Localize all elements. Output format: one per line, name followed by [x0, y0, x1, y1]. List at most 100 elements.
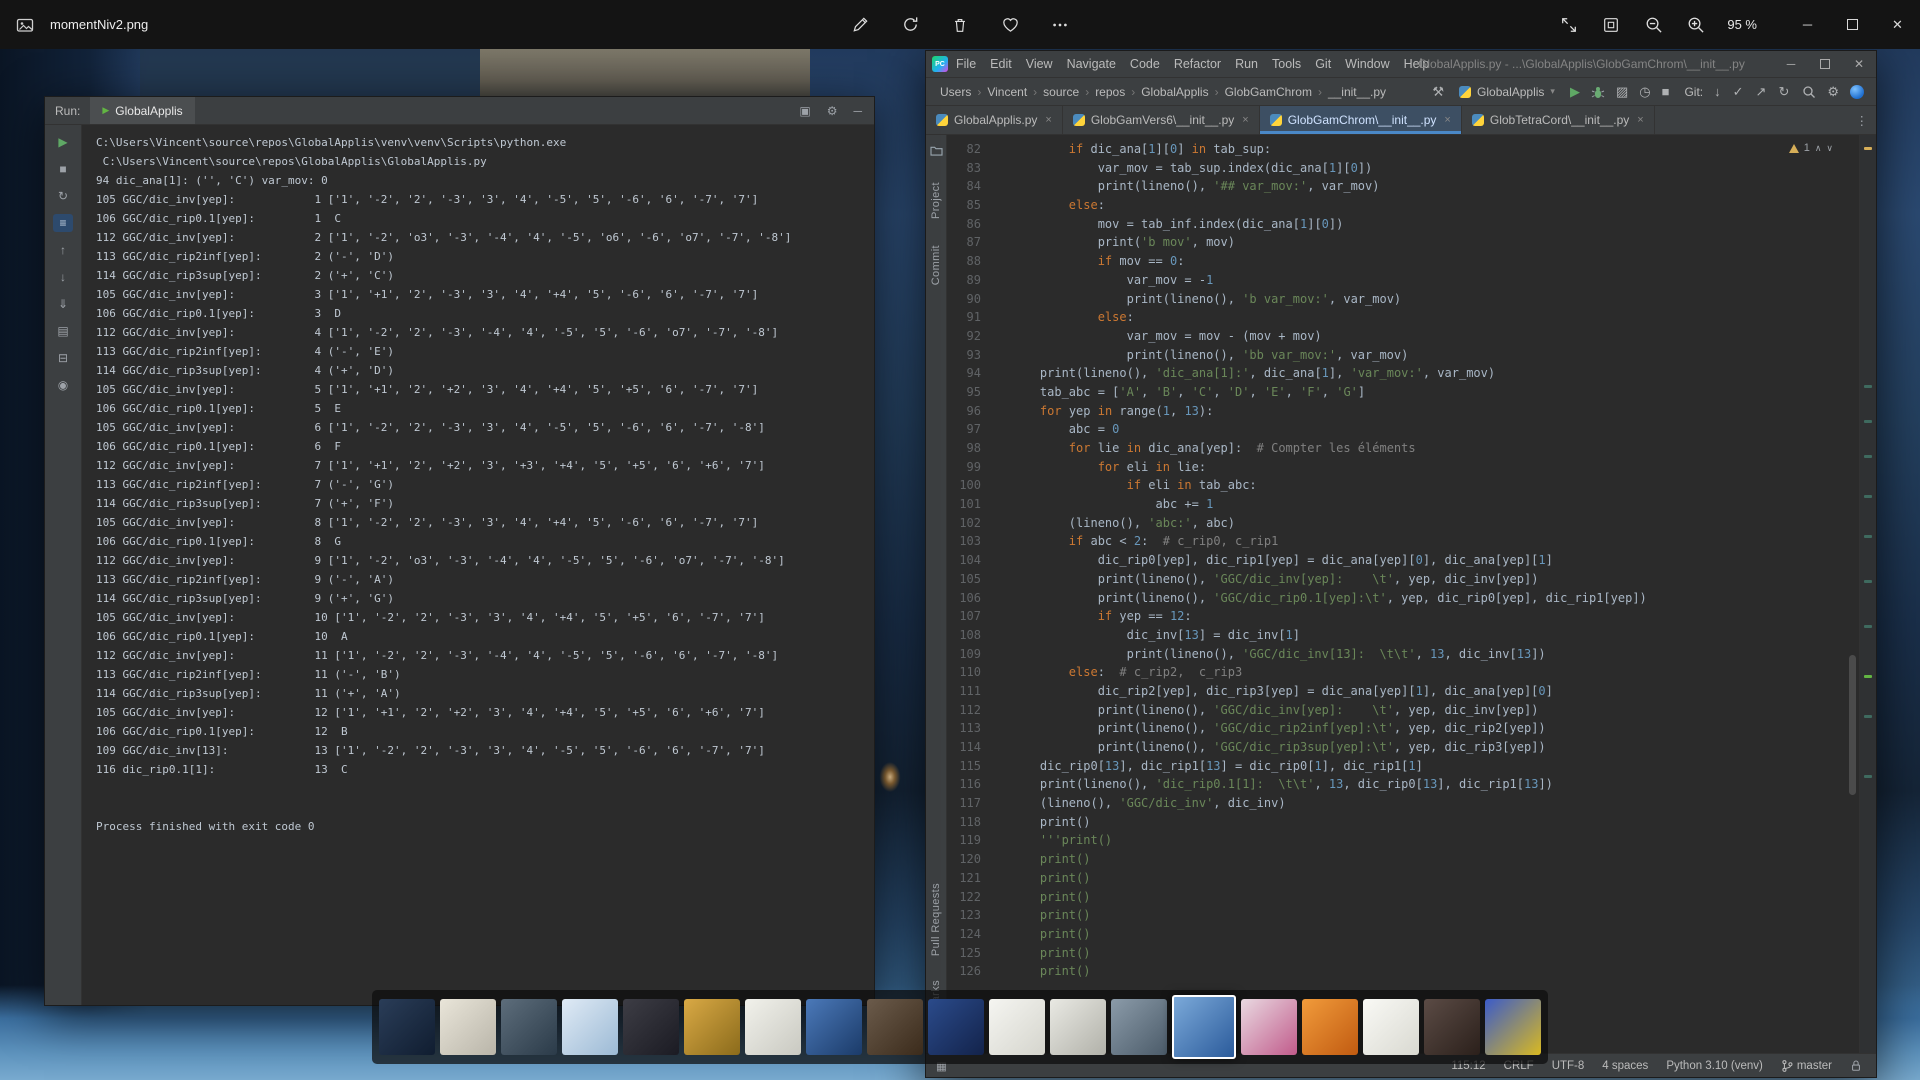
photos-logo-icon[interactable]: [14, 14, 36, 36]
minimize-button[interactable]: ─: [1785, 0, 1830, 49]
menu-edit[interactable]: Edit: [990, 57, 1012, 71]
filmstrip-thumbnail[interactable]: [379, 999, 435, 1055]
code-line[interactable]: print(): [1011, 906, 1859, 925]
settings-icon[interactable]: ⚙: [827, 104, 838, 118]
code-line[interactable]: if abc < 2: # c_rip0, c_rip1: [1011, 532, 1859, 551]
next-issue-icon[interactable]: ∨: [1826, 143, 1833, 154]
filmstrip-thumbnail[interactable]: [1111, 999, 1167, 1055]
code-line[interactable]: print(): [1011, 962, 1859, 981]
close-tab-icon[interactable]: ×: [1045, 114, 1051, 126]
code-line[interactable]: dic_rip0[13], dic_rip1[13] = dic_rip0[1]…: [1011, 757, 1859, 776]
tool-window-button-project[interactable]: Project: [930, 182, 942, 219]
tool-window-button-pull-requests[interactable]: Pull Requests: [930, 883, 942, 956]
filmstrip-thumbnail[interactable]: [928, 999, 984, 1055]
code-line[interactable]: dic_rip2[yep], dic_rip3[yep] = dic_ana[y…: [1011, 682, 1859, 701]
prev-issue-icon[interactable]: ∧: [1815, 143, 1822, 154]
code-line[interactable]: else:: [1011, 196, 1859, 215]
breadcrumb-item[interactable]: GlobGamChrom: [1225, 85, 1312, 99]
rerun-icon[interactable]: ▶: [53, 133, 73, 151]
git-branch[interactable]: master: [1781, 1059, 1832, 1073]
breadcrumb-item[interactable]: GlobalApplis: [1141, 85, 1208, 99]
print-icon[interactable]: ▤: [53, 322, 73, 340]
maximize-button[interactable]: [1830, 0, 1875, 49]
run-configuration-select[interactable]: GlobalApplis ▾: [1455, 83, 1559, 101]
filmstrip-thumbnail[interactable]: [806, 999, 862, 1055]
code-line[interactable]: print(lineno(), '## var_mov:', var_mov): [1011, 177, 1859, 196]
history-icon[interactable]: ↻: [1778, 84, 1789, 100]
code-line[interactable]: tab_abc = ['A', 'B', 'C', 'D', 'E', 'F',…: [1011, 383, 1859, 402]
menu-code[interactable]: Code: [1130, 57, 1160, 71]
code-line[interactable]: print(lineno(), 'b var_mov:', var_mov): [1011, 290, 1859, 309]
code-line[interactable]: print(lineno(), 'GGC/dic_inv[yep]: \t', …: [1011, 570, 1859, 589]
search-everywhere-icon[interactable]: [1802, 85, 1816, 99]
ide-close-button[interactable]: ✕: [1842, 51, 1876, 77]
code-line[interactable]: print(lineno(), 'GGC/dic_rip2inf[yep]:\t…: [1011, 719, 1859, 738]
down-the-stack-trace-icon[interactable]: ↓: [53, 268, 73, 286]
code-line[interactable]: (lineno(), 'GGC/dic_inv', dic_inv): [1011, 794, 1859, 813]
commit-icon[interactable]: ✓: [1733, 84, 1744, 100]
code-line[interactable]: print(lineno(), 'GGC/dic_rip0.1[yep]:\t'…: [1011, 589, 1859, 608]
breadcrumb-item[interactable]: Vincent: [987, 85, 1027, 99]
editor-scrollbar[interactable]: [1849, 655, 1856, 795]
scroll-to-end-icon[interactable]: ⇓: [53, 295, 73, 313]
code-line[interactable]: for eli in lie:: [1011, 458, 1859, 477]
tool-window-button-commit[interactable]: Commit: [930, 245, 942, 285]
breadcrumb-item[interactable]: __init__.py: [1328, 85, 1386, 99]
menu-tools[interactable]: Tools: [1272, 57, 1301, 71]
more-icon[interactable]: [1050, 15, 1070, 35]
code-line[interactable]: (lineno(), 'abc:', abc): [1011, 514, 1859, 533]
code-line[interactable]: var_mov = tab_sup.index(dic_ana[1][0]): [1011, 159, 1859, 178]
breadcrumb-item[interactable]: source: [1043, 85, 1079, 99]
filmstrip-thumbnail[interactable]: [684, 999, 740, 1055]
debug-icon[interactable]: [1591, 85, 1605, 99]
code-line[interactable]: '''print(): [1011, 831, 1859, 850]
menu-window[interactable]: Window: [1345, 57, 1389, 71]
filmstrip-thumbnail[interactable]: [1485, 999, 1541, 1055]
menu-run[interactable]: Run: [1235, 57, 1258, 71]
coverage-icon[interactable]: ▨: [1616, 84, 1628, 100]
inspections-widget[interactable]: 1 ∧ ∨: [1789, 142, 1833, 154]
code-line[interactable]: mov = tab_inf.index(dic_ana[1][0]): [1011, 215, 1859, 234]
code-line[interactable]: if yep == 12:: [1011, 607, 1859, 626]
close-tab-icon[interactable]: ×: [1242, 114, 1248, 126]
run-button[interactable]: ▶: [1570, 84, 1580, 100]
code-line[interactable]: dic_rip0[yep], dic_rip1[yep] = dic_ana[y…: [1011, 551, 1859, 570]
code-area[interactable]: if dic_ana[1][0] in tab_sup: var_mov = t…: [995, 135, 1859, 1053]
clear-all-icon[interactable]: ⊟: [53, 349, 73, 367]
editor-tab[interactable]: GlobGamChrom\__init__.py×: [1260, 106, 1462, 134]
code-line[interactable]: var_mov = -1: [1011, 271, 1859, 290]
code-line[interactable]: if eli in tab_abc:: [1011, 476, 1859, 495]
code-editor[interactable]: 8283848586878889909192939495969798991001…: [947, 135, 1859, 1053]
code-line[interactable]: for yep in range(1, 13):: [1011, 402, 1859, 421]
code-line[interactable]: dic_inv[13] = dic_inv[1]: [1011, 626, 1859, 645]
close-button[interactable]: ✕: [1875, 0, 1920, 49]
zoom-level[interactable]: 95 %: [1727, 17, 1757, 32]
code-line[interactable]: print(lineno(), 'dic_ana[1]:', dic_ana[1…: [1011, 364, 1859, 383]
code-line[interactable]: print(): [1011, 813, 1859, 832]
stop-icon[interactable]: ■: [1662, 84, 1670, 99]
breadcrumb-item[interactable]: repos: [1095, 85, 1125, 99]
code-line[interactable]: else: # c_rip2, c_rip3: [1011, 663, 1859, 682]
menu-navigate[interactable]: Navigate: [1067, 57, 1116, 71]
code-with-me-icon[interactable]: [1850, 85, 1864, 99]
code-line[interactable]: print(): [1011, 869, 1859, 888]
zoom-out-icon[interactable]: [1643, 15, 1663, 35]
filmstrip-thumbnail[interactable]: [440, 999, 496, 1055]
code-line[interactable]: print(): [1011, 888, 1859, 907]
code-line[interactable]: print(lineno(), 'GGC/dic_inv[yep]: \t', …: [1011, 701, 1859, 720]
filmstrip-thumbnail[interactable]: [562, 999, 618, 1055]
filmstrip-thumbnail[interactable]: [501, 999, 557, 1055]
code-line[interactable]: print(lineno(), 'bb var_mov:', var_mov): [1011, 346, 1859, 365]
filmstrip-thumbnail[interactable]: [867, 999, 923, 1055]
code-line[interactable]: abc += 1: [1011, 495, 1859, 514]
fullscreen-icon[interactable]: [1559, 15, 1579, 35]
code-line[interactable]: abc = 0: [1011, 420, 1859, 439]
pin-tab-icon[interactable]: ◉: [53, 376, 73, 394]
float-window-icon[interactable]: ▣: [799, 104, 810, 118]
editor-tab[interactable]: GlobGamVers6\__init__.py×: [1063, 106, 1260, 134]
lock-icon[interactable]: [1850, 1059, 1862, 1072]
stop-icon[interactable]: ■: [53, 160, 73, 178]
rotate-icon[interactable]: [900, 15, 920, 35]
python-interpreter[interactable]: Python 3.10 (venv): [1666, 1060, 1763, 1072]
delete-icon[interactable]: [950, 15, 970, 35]
